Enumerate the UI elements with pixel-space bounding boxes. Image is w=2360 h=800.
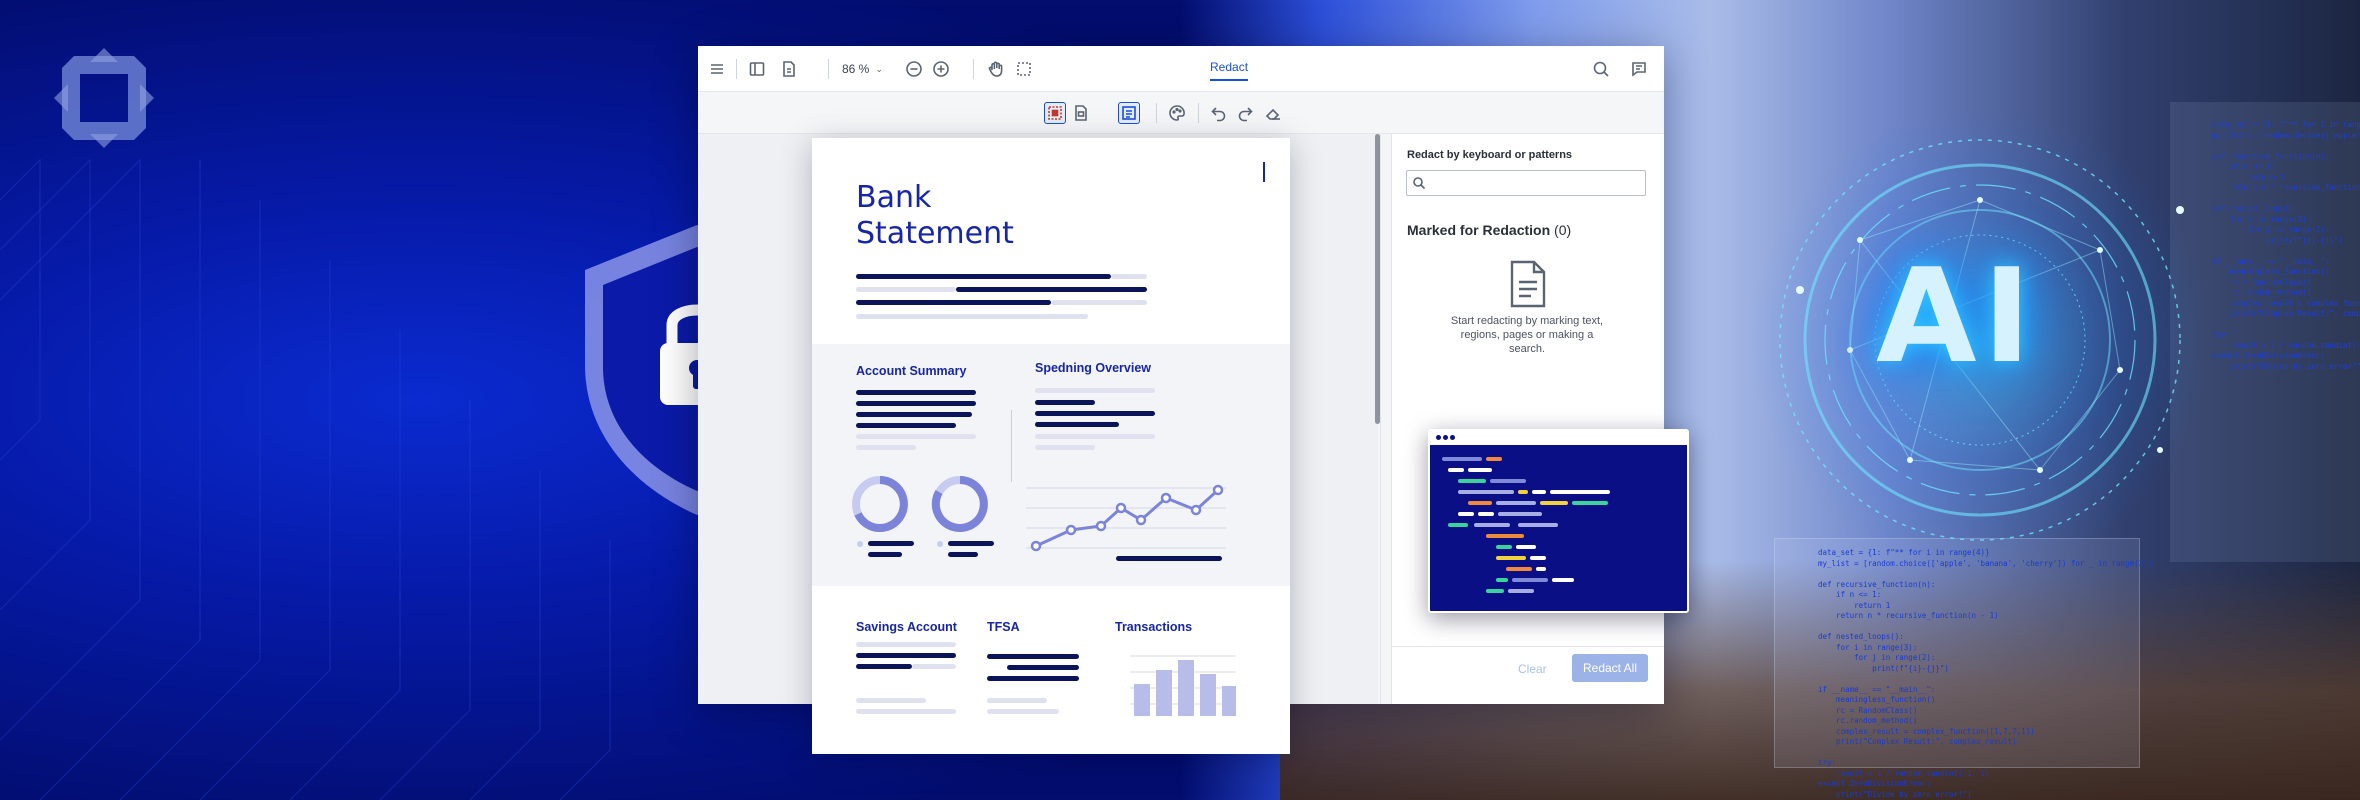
text-cursor — [1263, 162, 1265, 182]
empty-state-message: Start redacting by marking text, regions… — [1450, 315, 1604, 355]
text-line — [856, 698, 926, 703]
document-title: Bank Statement — [856, 180, 1014, 251]
redact-all-button[interactable]: Redact All — [1572, 654, 1648, 682]
zoom-select[interactable]: 86 % ⌄ — [842, 59, 892, 79]
donut-charts — [852, 476, 994, 557]
code-window-titlebar — [1430, 431, 1687, 445]
text-line — [1007, 665, 1079, 670]
text-line — [956, 287, 1147, 292]
tfsa-heading: TFSA — [987, 620, 1020, 634]
search-icon[interactable] — [1590, 58, 1612, 80]
account-summary-heading: Account Summary — [856, 364, 967, 378]
empty-document-icon — [1510, 260, 1546, 308]
text-line — [1111, 274, 1147, 279]
text-line — [856, 434, 976, 439]
text-line — [856, 709, 956, 714]
toolbar-divider — [1156, 103, 1157, 123]
redact-text-icon[interactable] — [1118, 102, 1140, 124]
zoom-value: 86 % — [842, 62, 870, 76]
text-line — [987, 698, 1047, 703]
panel-footer-divider — [1392, 646, 1664, 647]
text-line — [856, 423, 956, 428]
marked-label: Marked for Redaction — [1407, 222, 1551, 238]
redact-search-title: Redact by keyboard or patterns — [1407, 149, 1573, 161]
text-line — [856, 287, 956, 292]
text-line — [987, 676, 1079, 681]
search-icon — [1413, 177, 1426, 190]
text-line — [856, 412, 972, 417]
text-line — [856, 274, 1111, 279]
eraser-icon[interactable] — [1262, 102, 1284, 124]
bank-statement-page: Bank Statement Account Summary Spedning … — [812, 138, 1290, 754]
text-line — [1035, 388, 1155, 393]
zoom-out-icon[interactable] — [903, 58, 925, 80]
marquee-select-icon[interactable] — [1013, 58, 1035, 80]
text-line — [912, 664, 956, 669]
text-line — [987, 709, 1059, 714]
line-chart — [1026, 484, 1226, 561]
spending-overview-heading: Spedning Overview — [1035, 361, 1152, 375]
pan-hand-icon[interactable] — [985, 58, 1007, 80]
text-line — [1051, 300, 1147, 305]
text-line — [856, 653, 956, 658]
redact-search-input[interactable] — [1406, 170, 1646, 196]
text-line — [856, 314, 1088, 319]
text-line — [856, 642, 956, 647]
redo-icon[interactable] — [1234, 102, 1256, 124]
toolbar-divider — [828, 59, 829, 79]
document-icon[interactable] — [778, 58, 800, 80]
text-line — [856, 664, 912, 669]
redaction-panel: Redact by keyboard or patterns Marked fo… — [1392, 134, 1664, 704]
text-line — [1035, 434, 1155, 439]
redaction-toolbar — [698, 92, 1664, 134]
text-line — [856, 390, 976, 395]
redact-page-icon[interactable] — [1070, 102, 1092, 124]
sidebar-icon[interactable] — [746, 58, 768, 80]
text-line — [1035, 445, 1095, 450]
undo-icon[interactable] — [1208, 102, 1230, 124]
ai-glow-text: AI — [1876, 240, 2037, 392]
color-palette-icon[interactable] — [1166, 102, 1188, 124]
text-line — [856, 445, 916, 450]
chevron-down-icon: ⌄ — [875, 63, 883, 74]
text-line — [856, 300, 1051, 305]
redact-area-icon[interactable] — [1044, 102, 1066, 124]
tab-redact[interactable]: Redact — [1210, 60, 1249, 81]
main-toolbar: 86 % ⌄ Redact — [698, 46, 1664, 92]
savings-account-heading: Savings Account — [856, 620, 957, 634]
marked-for-redaction-heading: Marked for Redaction (0) — [1407, 222, 1571, 238]
brand-logo-icon — [54, 48, 154, 148]
donut-chart-1 — [852, 476, 908, 532]
panel-resize-handle[interactable] — [1380, 134, 1392, 704]
text-line — [987, 654, 1079, 659]
code-snippet: data_set = {1: f"** for i in range(4)} m… — [1818, 548, 2153, 799]
text-line — [1035, 400, 1095, 405]
text-line — [856, 401, 976, 406]
clear-button[interactable]: Clear — [1518, 662, 1547, 676]
text-line — [1035, 422, 1119, 427]
toolbar-divider — [1198, 103, 1199, 123]
marked-count: (0) — [1554, 222, 1572, 238]
bar-chart — [1130, 655, 1236, 716]
text-line — [1035, 411, 1155, 416]
toolbar-divider — [736, 59, 737, 79]
transactions-heading: Transactions — [1115, 620, 1193, 634]
toolbar-divider — [973, 59, 974, 79]
section-divider — [1011, 410, 1012, 482]
code-snippet: data_set = {1: f"** for i in range(4)} m… — [2212, 120, 2360, 371]
comments-icon[interactable] — [1628, 58, 1650, 80]
code-editor-window — [1428, 429, 1689, 613]
zoom-in-icon[interactable] — [930, 58, 952, 80]
donut-chart-2 — [931, 476, 988, 532]
menu-icon[interactable] — [706, 58, 728, 80]
